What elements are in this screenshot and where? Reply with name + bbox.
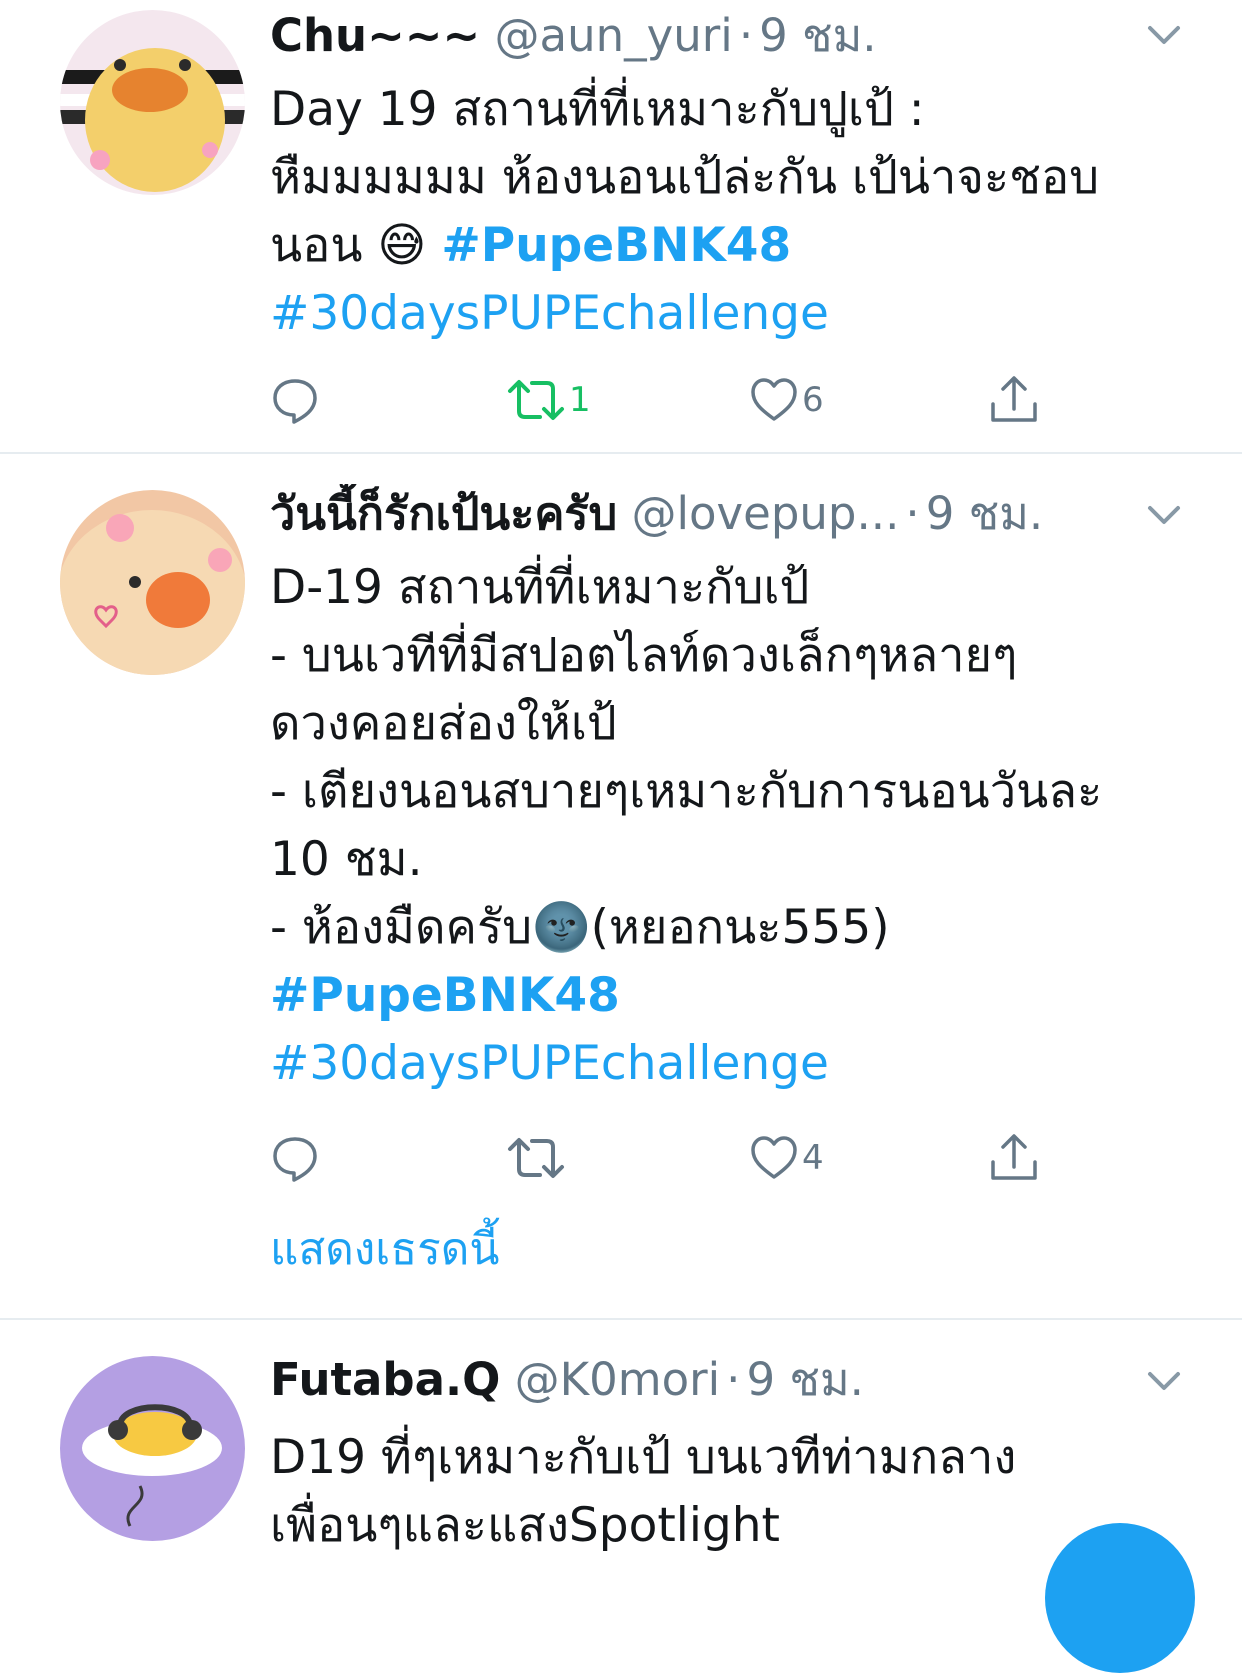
- tweet-2[interactable]: วันนี้ก็รักเป้นะครับ @lovepup... · 9 ชม. D…: [0, 454, 1242, 1320]
- chevron-down-icon[interactable]: [1144, 500, 1184, 530]
- show-thread-link[interactable]: แสดงเธรดนี้: [270, 1220, 499, 1280]
- timestamp[interactable]: 9 ชม.: [746, 1353, 863, 1406]
- like-button[interactable]: 4: [750, 1128, 824, 1188]
- share-button[interactable]: [988, 1128, 1040, 1188]
- tweet-text-line: #PupeBNK48: [270, 962, 1200, 1030]
- user-handle[interactable]: @K0mori: [515, 1353, 721, 1406]
- tweet-text-line: D-19 สถานที่ที่เหมาะกับเป้: [270, 560, 810, 615]
- avatar-duck-plush-image: [60, 10, 245, 195]
- tweet-text-line: ดวงคอยส่องให้เป้: [270, 696, 617, 751]
- chevron-down-icon[interactable]: [1144, 1366, 1184, 1396]
- tweet-text-fragment: นอน 😅: [270, 218, 427, 273]
- tweet-text-line: หืมมมมมม ห้องนอนเป้ล่ะกัน เป้น่าจะชอบ: [270, 150, 1100, 205]
- tweet-actions: 4: [0, 1128, 1242, 1188]
- avatar-gudetama-image: [60, 1356, 245, 1541]
- hashtag-link[interactable]: #30daysPUPEchallenge: [270, 286, 829, 341]
- like-count: 6: [802, 380, 824, 420]
- retweet-icon: [508, 1138, 564, 1178]
- display-name[interactable]: Chu~~~: [270, 9, 480, 62]
- tweet-text-line: #30daysPUPEchallenge: [270, 1030, 1200, 1098]
- tweet-3[interactable]: Futaba.Q @K0mori · 9 ชม. D19 ที่ๆเหมาะกับเ…: [0, 1320, 1242, 1570]
- like-button[interactable]: 6: [750, 370, 824, 430]
- share-button[interactable]: [988, 370, 1040, 430]
- reply-button[interactable]: [270, 370, 320, 430]
- hashtag-link[interactable]: #PupeBNK48: [270, 968, 620, 1023]
- like-icon: [751, 378, 797, 421]
- tweet-text-line: 10 ชม.: [270, 832, 423, 887]
- reply-icon: [273, 1137, 317, 1182]
- tweet-header: Chu~~~ @aun_yuri · 9 ชม.: [270, 6, 1132, 66]
- retweet-count: 1: [569, 380, 591, 420]
- hashtag-link[interactable]: #PupeBNK48: [441, 218, 791, 273]
- tweet-text: D-19 สถานที่ที่เหมาะกับเป้ - บนเวทีที่มี…: [270, 554, 1200, 1098]
- avatar[interactable]: [60, 1356, 245, 1541]
- tweet-text-line: เพื่อนๆและแสงSpotlight: [270, 1498, 780, 1553]
- tweet-text-line: นอน 😅 #PupeBNK48: [270, 212, 1200, 280]
- chevron-down-icon[interactable]: [1144, 20, 1184, 50]
- tweet-text-line: - เตียงนอนสบายๆเหมาะกับการนอนวันละ: [270, 764, 1103, 819]
- tweet-header: วันนี้ก็รักเป้นะครับ @lovepup... · 9 ชม.: [270, 484, 1132, 544]
- tweet-text-line: #30daysPUPEchallenge: [270, 280, 1200, 348]
- retweet-button[interactable]: [507, 1128, 565, 1188]
- separator-dot: ·: [738, 9, 754, 62]
- tweet-text-line: - บนเวทีที่มีสปอตไลท์ดวงเล็กๆหลายๆ: [270, 628, 1018, 683]
- user-handle[interactable]: @lovepup...: [631, 487, 899, 540]
- retweet-icon: [508, 380, 564, 420]
- separator-dot: ·: [726, 1353, 741, 1406]
- user-handle[interactable]: @aun_yuri: [495, 9, 733, 62]
- tweet-header: Futaba.Q @K0mori · 9 ชม.: [270, 1350, 1132, 1410]
- tweet-1[interactable]: Chu~~~ @aun_yuri · 9 ชม. Day 19 สถานที่ที่…: [0, 0, 1242, 452]
- display-name[interactable]: วันนี้ก็รักเป้นะครับ: [270, 487, 617, 540]
- timestamp[interactable]: 9 ชม.: [759, 9, 876, 62]
- tweet-text: Day 19 สถานที่ที่เหมาะกับปูเป้ : หืมมมมม…: [270, 76, 1200, 348]
- tweet-text-line: D19 ที่ๆเหมาะกับเป้ บนเวทีท่ามกลาง: [270, 1430, 1017, 1485]
- compose-fab[interactable]: [1045, 1523, 1195, 1673]
- separator-dot: ·: [905, 487, 920, 540]
- tweet-text: D19 ที่ๆเหมาะกับเป้ บนเวทีท่ามกลาง เพื่อ…: [270, 1424, 1200, 1560]
- tweet-text-line: - ห้องมืดครับ🌚(หยอกนะ555): [270, 900, 890, 955]
- share-icon: [991, 1134, 1037, 1180]
- avatar[interactable]: [60, 10, 245, 195]
- retweet-button[interactable]: 1: [507, 370, 591, 430]
- display-name[interactable]: Futaba.Q: [270, 1353, 500, 1406]
- reply-button[interactable]: [270, 1128, 320, 1188]
- avatar-duck-plush-image: [60, 490, 245, 675]
- tweet-actions: 1 6: [0, 370, 1242, 430]
- tweet-text-line: Day 19 สถานที่ที่เหมาะกับปูเป้ :: [270, 82, 925, 137]
- avatar[interactable]: [60, 490, 245, 675]
- like-icon: [751, 1136, 797, 1179]
- reply-icon: [273, 379, 317, 424]
- share-icon: [991, 376, 1037, 422]
- like-count: 4: [802, 1138, 824, 1178]
- timestamp[interactable]: 9 ชม.: [926, 487, 1043, 540]
- hashtag-link[interactable]: #30daysPUPEchallenge: [270, 1036, 829, 1091]
